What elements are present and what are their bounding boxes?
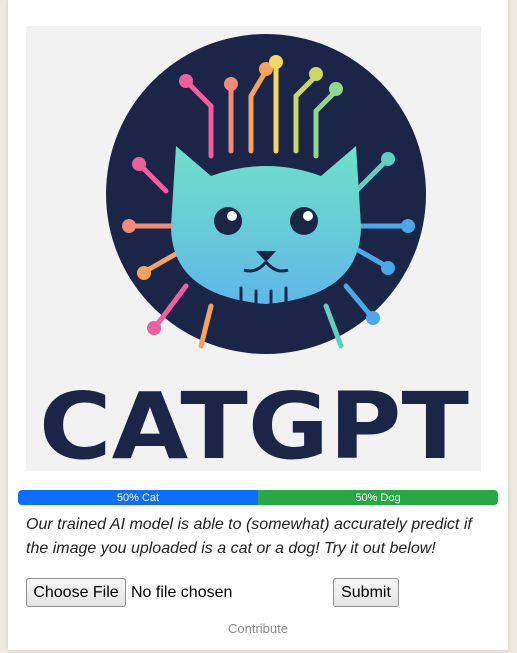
dog-probability-label: 50% Dog <box>355 491 401 504</box>
main-card: CATGPT 50% Cat 50% Dog Our trained AI mo… <box>8 0 508 650</box>
contribute-link[interactable]: Contribute <box>8 621 508 636</box>
cat-probability-label: 50% Cat <box>116 491 160 504</box>
submit-button[interactable]: Submit <box>333 578 399 607</box>
cat-face-icon <box>171 146 361 304</box>
cat-probability-segment: 50% Cat <box>18 490 258 505</box>
prediction-bar: 50% Cat 50% Dog <box>18 490 498 505</box>
logo-wordmark: CATGPT <box>39 373 469 471</box>
upload-form: Choose File No file chosen Submit <box>26 578 496 608</box>
catgpt-logo: CATGPT <box>26 26 481 471</box>
cat-right-eye-icon <box>290 207 318 235</box>
choose-file-button[interactable]: Choose File <box>26 578 126 607</box>
model-description: Our trained AI model is able to (somewha… <box>26 516 472 557</box>
dog-probability-segment: 50% Dog <box>258 490 498 505</box>
cat-left-eye-icon <box>214 207 242 235</box>
file-status-text: No file chosen <box>131 584 233 601</box>
